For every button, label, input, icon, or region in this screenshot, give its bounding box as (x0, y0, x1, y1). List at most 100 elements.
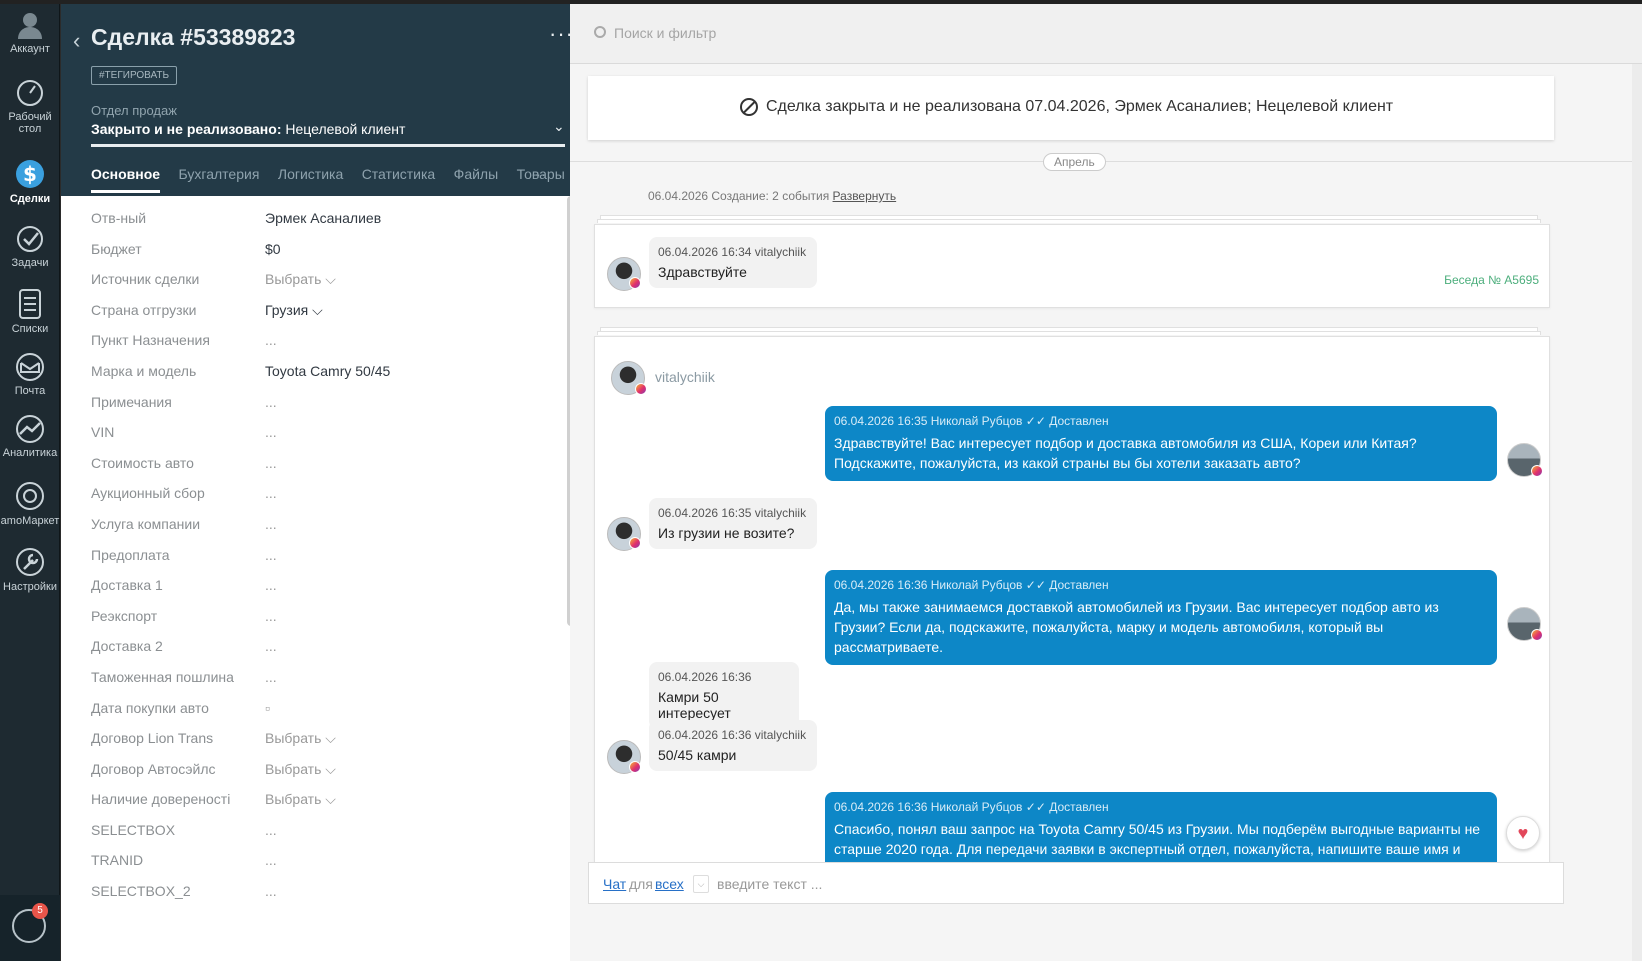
nav-label-account: Аккаунт (10, 43, 50, 55)
recipient-link[interactable]: всех (655, 876, 684, 892)
field-value[interactable]: ... (265, 485, 277, 501)
tab-accounting[interactable]: Бухгалтерия (179, 166, 260, 190)
notification-badge: 5 (32, 903, 48, 919)
field-value[interactable]: ... (265, 455, 277, 471)
field-value[interactable]: ... (265, 638, 277, 654)
field-value[interactable]: ... (265, 822, 277, 838)
field-label: Реэкспорт (91, 607, 158, 624)
conversation-number[interactable]: Беседа № A5695 (1444, 273, 1539, 287)
nav-dashboard[interactable]: Рабочий стол (0, 78, 60, 135)
field-value[interactable]: ... (265, 883, 277, 899)
field-value[interactable]: ... (265, 516, 277, 532)
list-icon (19, 289, 41, 319)
message-author: 06.04.2026 16:35 Николай Рубцов (834, 414, 1023, 428)
field-value[interactable]: Toyota Camry 50/45 (265, 363, 390, 379)
field-row: Примечания... (91, 388, 571, 419)
field-label: Марка и модель (91, 362, 197, 379)
field-label: Примечания (91, 393, 172, 410)
field-value[interactable]: ... (265, 424, 277, 440)
message-meta: 06.04.2026 16:35 vitalychiik (658, 506, 807, 520)
notifications-area: 5 (0, 895, 60, 961)
field-row: Предоплата... (91, 541, 571, 572)
field-value[interactable]: Выбрать ⌵ (265, 271, 336, 288)
feed-scrollbar[interactable] (1632, 64, 1642, 961)
field-value[interactable]: ... (265, 608, 277, 624)
top-border (0, 0, 1642, 4)
status-bold: Закрыто и не реализовано: (91, 121, 282, 137)
field-label: Страна отгрузки (91, 301, 197, 318)
message-bubble-outgoing: 06.04.2026 16:35 Николай Рубцов ✓✓ Доста… (825, 406, 1497, 481)
message-composer[interactable]: Чат для всех ⌵ введите текст ... (588, 862, 1564, 904)
field-label: Таможенная пошлина (91, 668, 234, 685)
tag-button[interactable]: #ТЕГИРОВАТЬ (91, 66, 178, 85)
message-text: Из грузии не возите? (658, 525, 795, 541)
pipeline-label: Отдел продаж (91, 103, 177, 118)
field-value[interactable]: Эрмек Асаналиев (265, 210, 381, 226)
field-label: Источник сделки (91, 271, 200, 288)
nav-market[interactable]: amoМаркет (0, 480, 60, 527)
message-text: Камри 50 интересует (658, 689, 731, 721)
field-value[interactable]: ... (265, 394, 277, 410)
nav-tasks[interactable]: Задачи (0, 224, 60, 269)
prohibited-icon (740, 98, 758, 116)
field-value[interactable]: ... (265, 852, 277, 868)
chat-type-link[interactable]: Чат (603, 876, 626, 892)
left-navigation: Аккаунт Рабочий стол $ Сделки Задачи Спи… (0, 0, 60, 961)
field-label: SELECTBOX (91, 821, 176, 838)
field-value[interactable]: Выбрать ⌵ (265, 730, 336, 747)
field-value[interactable]: ... (265, 669, 277, 685)
instagram-icon (629, 277, 641, 289)
avatar-icon (18, 13, 42, 39)
month-label: Апрель (1043, 153, 1106, 171)
stack-edge (597, 219, 1541, 223)
expand-link[interactable]: Развернуть (833, 189, 897, 203)
heart-icon[interactable]: ♥ (1506, 816, 1540, 850)
field-value[interactable]: Выбрать ⌵ (265, 761, 336, 778)
field-value[interactable]: Выбрать ⌵ (265, 791, 336, 808)
message-meta: 06.04.2026 16:36 vitalychiik (658, 728, 807, 742)
svg-text:$: $ (23, 162, 37, 186)
field-value[interactable]: $0 (265, 241, 281, 257)
nav-analytics[interactable]: Аналитика (0, 414, 60, 459)
nav-lists[interactable]: Списки (0, 288, 60, 335)
nav-deals[interactable]: $ Сделки (0, 156, 60, 205)
search-input[interactable]: Поиск и фильтр (614, 25, 716, 41)
client-name[interactable]: vitalychiik (655, 369, 715, 385)
tabs-more-icon[interactable]: ··· (531, 166, 546, 183)
search-bar[interactable]: Поиск и фильтр (570, 4, 1642, 64)
field-row: Бюджет $0 (91, 235, 571, 266)
message-text: Здравствуйте! Вас интересует подбор и до… (834, 435, 1417, 471)
nav-settings[interactable]: Настройки (0, 546, 60, 593)
message-input[interactable]: введите текст ... (717, 876, 822, 892)
chat-block: vitalychiik 06.04.2026 16:35 Николай Руб… (594, 336, 1550, 896)
nav-label-analytics: Аналитика (2, 447, 58, 459)
field-label: Дата покупки авто (91, 699, 209, 716)
calendar-icon[interactable]: ▫ (265, 700, 270, 716)
tab-logistics[interactable]: Логистика (278, 166, 343, 190)
closed-banner-text: Сделка закрыта и не реализована 07.04.20… (766, 98, 1394, 115)
back-chevron-icon[interactable]: ‹ (73, 28, 80, 54)
deal-card: ‹ Сделка #53389823 ··· #ТЕГИРОВАТЬ Отдел… (61, 4, 593, 961)
field-label: Стоимость авто (91, 454, 194, 471)
field-row: Отв-ный Эрмек Асаналиев (91, 204, 571, 235)
field-label: Бюджет (91, 240, 142, 257)
field-value[interactable]: ... (265, 547, 277, 563)
field-value[interactable]: Грузия ⌵ (265, 302, 323, 319)
tab-statistics[interactable]: Статистика (362, 166, 436, 190)
chevron-down-icon[interactable]: ⌄ (553, 118, 565, 135)
status-select[interactable]: Закрыто и не реализовано: Нецелевой клие… (91, 121, 405, 137)
nav-account[interactable]: Аккаунт (0, 10, 60, 55)
field-value[interactable]: ... (265, 332, 277, 348)
composer-for-label: для (629, 876, 653, 892)
tab-main[interactable]: Основное (91, 166, 161, 193)
field-value[interactable]: ... (265, 577, 277, 593)
chevron-down-icon[interactable]: ⌵ (693, 875, 709, 893)
field-label: SELECTBOX_2 (91, 883, 191, 900)
tab-files[interactable]: Файлы (454, 166, 498, 190)
creation-events: 06.04.2026 Создание: 2 события Развернут… (648, 189, 896, 203)
nav-mail[interactable]: Почта (0, 352, 60, 397)
deal-title[interactable]: Сделка #53389823 (91, 24, 295, 51)
delivered-status: ✓✓ Доставлен (1025, 414, 1109, 428)
field-label: Договор Автосэйлс (91, 760, 216, 777)
message-bubble-outgoing: 06.04.2026 16:36 Николай Рубцов ✓✓ Доста… (825, 792, 1497, 872)
